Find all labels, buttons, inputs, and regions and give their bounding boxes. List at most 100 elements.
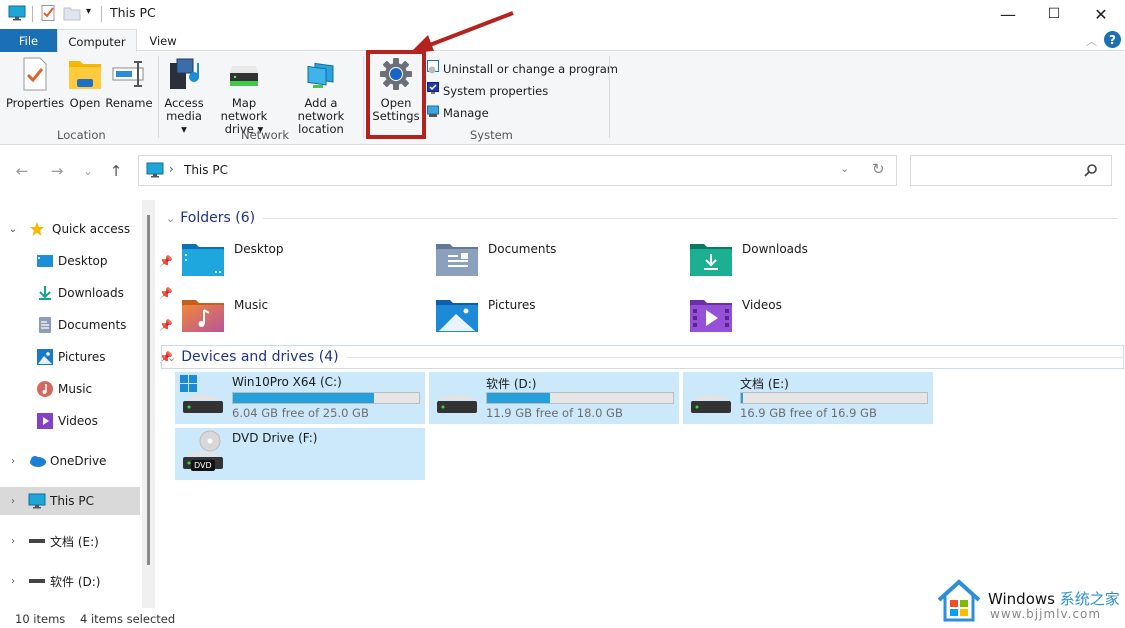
drive-c[interactable]: Win10Pro X64 (C:) 6.04 GB free of 25.0 G… <box>175 372 425 424</box>
sidebar-item-documents[interactable]: Documents 📌 <box>36 311 176 339</box>
uninstall-program-button[interactable]: Uninstall or change a program <box>427 60 618 77</box>
sidebar-label: Music <box>58 382 93 396</box>
collapse-ribbon-icon[interactable]: ︿ <box>1086 33 1097 49</box>
tab-computer[interactable]: Computer <box>57 29 137 53</box>
pin-icon[interactable]: 📌 <box>159 319 173 332</box>
tab-file[interactable]: File <box>0 29 57 52</box>
watermark-brand-en: Windows <box>988 590 1055 608</box>
forward-button[interactable]: → <box>46 160 68 182</box>
folder-pictures[interactable]: Pictures <box>436 298 676 335</box>
drives-header-label: Devices and drives (4) <box>181 349 339 365</box>
minimize-button[interactable]: — <box>985 0 1031 28</box>
folders-group-header[interactable]: ⌄ Folders (6) <box>166 208 1118 228</box>
breadcrumb-separator[interactable]: › <box>169 162 174 176</box>
properties-quick-icon[interactable] <box>40 5 58 21</box>
title-bar <box>0 0 1125 28</box>
folders-header-label: Folders (6) <box>180 210 256 226</box>
chevron-right-icon[interactable]: › <box>6 456 20 467</box>
folder-label: Videos <box>742 298 782 312</box>
sidebar-item-drive-d[interactable]: › 软件 (D:) <box>6 567 146 595</box>
rename-icon <box>111 56 147 92</box>
chevron-down-icon[interactable]: ⌄ <box>166 212 175 225</box>
pictures-icon <box>36 349 54 365</box>
hard-drive-icon <box>437 395 477 413</box>
tab-view[interactable]: View <box>140 29 186 52</box>
folder-downloads[interactable]: Downloads <box>690 242 930 279</box>
sidebar-item-desktop[interactable]: Desktop 📌 <box>36 247 176 275</box>
drive-d[interactable]: 软件 (D:) 11.9 GB free of 18.0 GB <box>429 372 679 424</box>
breadcrumb-this-pc[interactable]: This PC <box>184 163 228 177</box>
properties-button[interactable]: Properties <box>6 56 64 110</box>
sidebar-label: Quick access <box>52 222 131 236</box>
folder-videos[interactable]: Videos <box>690 298 930 335</box>
add-network-location-label-2: location <box>298 122 344 136</box>
desktop-folder-icon <box>182 242 224 279</box>
group-separator <box>158 56 159 138</box>
customize-quick-access-icon[interactable]: ▾ <box>86 6 91 17</box>
folder-music[interactable]: Music <box>182 298 422 335</box>
chevron-right-icon[interactable]: › <box>6 496 20 507</box>
close-button[interactable]: ✕ <box>1078 0 1124 28</box>
sidebar-item-drive-e[interactable]: › 文档 (E:) <box>6 527 146 555</box>
sidebar-item-this-pc[interactable]: › This PC <box>0 487 140 515</box>
sidebar-item-music[interactable]: Music <box>36 375 176 403</box>
folder-documents[interactable]: Documents <box>436 242 676 279</box>
group-separator <box>609 56 610 138</box>
drive-label: Win10Pro X64 (C:) <box>232 375 342 389</box>
sidebar-label: 文档 (E:) <box>50 534 99 549</box>
access-media-button[interactable]: Access media ▾ <box>162 56 206 136</box>
chevron-right-icon[interactable]: › <box>6 576 20 587</box>
address-bar[interactable] <box>138 155 897 186</box>
network-location-icon <box>303 56 339 92</box>
watermark-logo <box>936 578 982 627</box>
help-icon[interactable]: ? <box>1104 31 1121 48</box>
drive-free-space: 16.9 GB free of 16.9 GB <box>740 406 877 420</box>
back-button[interactable]: ← <box>11 160 33 182</box>
open-button[interactable]: Open <box>66 56 104 110</box>
sidebar-item-videos[interactable]: Videos <box>36 407 176 435</box>
separator <box>101 6 102 22</box>
drive-label: 文档 (E:) <box>740 377 789 391</box>
map-network-drive-button[interactable]: Map network drive ▾ <box>208 56 280 136</box>
drive-label: DVD Drive (F:) <box>232 431 318 445</box>
add-network-location-button[interactable]: Add a network location <box>282 56 360 136</box>
chevron-down-icon[interactable]: ⌄ <box>167 351 176 364</box>
drive-usage-bar <box>486 392 674 404</box>
media-icon <box>166 56 202 92</box>
sidebar-item-onedrive[interactable]: › OneDrive <box>6 447 146 475</box>
system-properties-button[interactable]: System properties <box>427 82 548 99</box>
drives-group-header[interactable]: ⌄ Devices and drives (4) <box>161 345 1124 369</box>
sidebar-item-quick-access[interactable]: ⌄ Quick access <box>6 215 146 243</box>
pin-icon[interactable]: 📌 <box>159 287 173 300</box>
search-input[interactable] <box>910 155 1112 186</box>
sidebar-label: OneDrive <box>50 454 107 468</box>
sidebar-item-pictures[interactable]: Pictures 📌 <box>36 343 176 371</box>
drive-usage-fill <box>487 393 551 403</box>
window-title: This PC <box>110 5 156 20</box>
pin-icon[interactable]: 📌 <box>159 255 173 268</box>
drive-f-dvd[interactable]: DVD DVD Drive (F:) <box>175 428 425 480</box>
drive-e[interactable]: 文档 (E:) 16.9 GB free of 16.9 GB <box>683 372 933 424</box>
chevron-right-icon[interactable]: › <box>6 536 20 547</box>
up-button[interactable]: ↑ <box>105 160 127 182</box>
access-media-label-2: media ▾ <box>166 109 202 136</box>
sidebar-label: This PC <box>50 494 94 508</box>
drive-free-space: 11.9 GB free of 18.0 GB <box>486 406 623 420</box>
drive-icon <box>28 533 46 549</box>
sidebar-item-downloads[interactable]: Downloads 📌 <box>36 279 176 307</box>
new-folder-quick-icon[interactable] <box>63 5 81 21</box>
chevron-down-icon[interactable]: ⌄ <box>6 224 20 235</box>
address-dropdown-icon[interactable]: ⌄ <box>840 162 849 175</box>
dvd-badge: DVD <box>191 460 215 471</box>
manage-button[interactable]: Manage <box>427 104 489 121</box>
recent-locations-button[interactable]: ⌄ <box>77 160 99 182</box>
desktop-icon <box>36 253 54 269</box>
network-drive-icon <box>226 56 262 92</box>
refresh-icon[interactable]: ↻ <box>872 160 885 178</box>
system-properties-icon <box>427 82 439 99</box>
sidebar-label: Pictures <box>58 350 106 364</box>
folder-desktop[interactable]: Desktop <box>182 242 422 279</box>
rename-button[interactable]: Rename <box>105 56 153 110</box>
maximize-button[interactable]: ☐ <box>1031 0 1077 28</box>
status-item-count: 10 items <box>15 612 66 626</box>
